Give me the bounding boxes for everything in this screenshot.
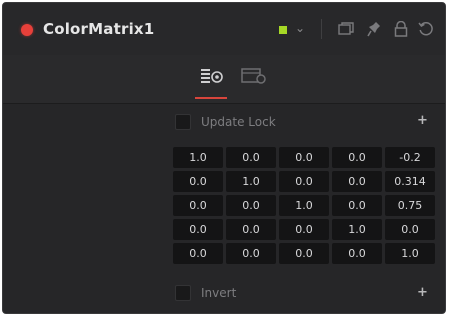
lock-icon[interactable] (392, 20, 410, 38)
matrix-cell[interactable]: 0.0 (279, 219, 329, 240)
invert-expand-button[interactable]: + (417, 285, 428, 300)
node-color-swatch[interactable] (279, 26, 287, 34)
tab-settings[interactable] (241, 65, 267, 87)
matrix-cell[interactable]: 0.0 (173, 195, 223, 216)
matrix-cell[interactable]: 0.0 (226, 243, 276, 264)
matrix-cell[interactable]: 1.0 (332, 219, 382, 240)
matrix-cell[interactable]: 0.314 (385, 171, 435, 192)
inspector-panel: ColorMatrix1 ⌄ Update Lock + Invert + 1.… (2, 2, 446, 314)
matrix-cell[interactable]: 0.0 (332, 243, 382, 264)
matrix-cell[interactable]: 0.0 (173, 171, 223, 192)
matrix-cell[interactable]: 0.0 (279, 171, 329, 192)
matrix-cell[interactable]: 0.0 (332, 147, 382, 168)
node-status-dot[interactable] (21, 24, 33, 36)
matrix-cell[interactable]: 0.0 (279, 243, 329, 264)
matrix-cell[interactable]: 0.0 (332, 195, 382, 216)
controls-tab-icon (201, 69, 223, 83)
active-tab-indicator (195, 97, 227, 99)
pin-icon[interactable] (365, 20, 383, 38)
color-matrix-grid: 1.0 0.0 0.0 0.0 -0.2 0.0 1.0 0.0 0.0 0.3… (173, 147, 437, 269)
update-lock-expand-button[interactable]: + (417, 113, 428, 128)
matrix-cell[interactable]: 1.0 (279, 195, 329, 216)
matrix-cell[interactable]: 1.0 (173, 147, 223, 168)
matrix-cell[interactable]: -0.2 (385, 147, 435, 168)
update-lock-label: Update Lock (201, 115, 276, 129)
inspector-tabs (3, 55, 445, 104)
matrix-cell[interactable]: 0.0 (173, 243, 223, 264)
header-divider (321, 19, 322, 39)
versions-icon[interactable] (337, 20, 355, 38)
settings-tab-icon (241, 68, 266, 84)
reset-icon[interactable] (417, 20, 435, 38)
matrix-cell[interactable]: 0.75 (385, 195, 435, 216)
update-lock-checkbox[interactable] (175, 114, 191, 130)
matrix-cell[interactable]: 0.0 (385, 219, 435, 240)
matrix-cell[interactable]: 0.0 (279, 147, 329, 168)
chevron-down-icon[interactable]: ⌄ (295, 21, 305, 35)
matrix-cell[interactable]: 0.0 (173, 219, 223, 240)
invert-checkbox[interactable] (175, 285, 191, 301)
matrix-cell[interactable]: 1.0 (385, 243, 435, 264)
invert-label: Invert (201, 286, 237, 300)
matrix-cell[interactable]: 0.0 (226, 195, 276, 216)
matrix-cell[interactable]: 1.0 (226, 171, 276, 192)
matrix-cell[interactable]: 0.0 (226, 147, 276, 168)
node-header: ColorMatrix1 ⌄ (3, 3, 445, 56)
matrix-cell[interactable]: 0.0 (226, 219, 276, 240)
tab-controls[interactable] (199, 65, 225, 87)
matrix-cell[interactable]: 0.0 (332, 171, 382, 192)
node-title: ColorMatrix1 (43, 20, 155, 38)
